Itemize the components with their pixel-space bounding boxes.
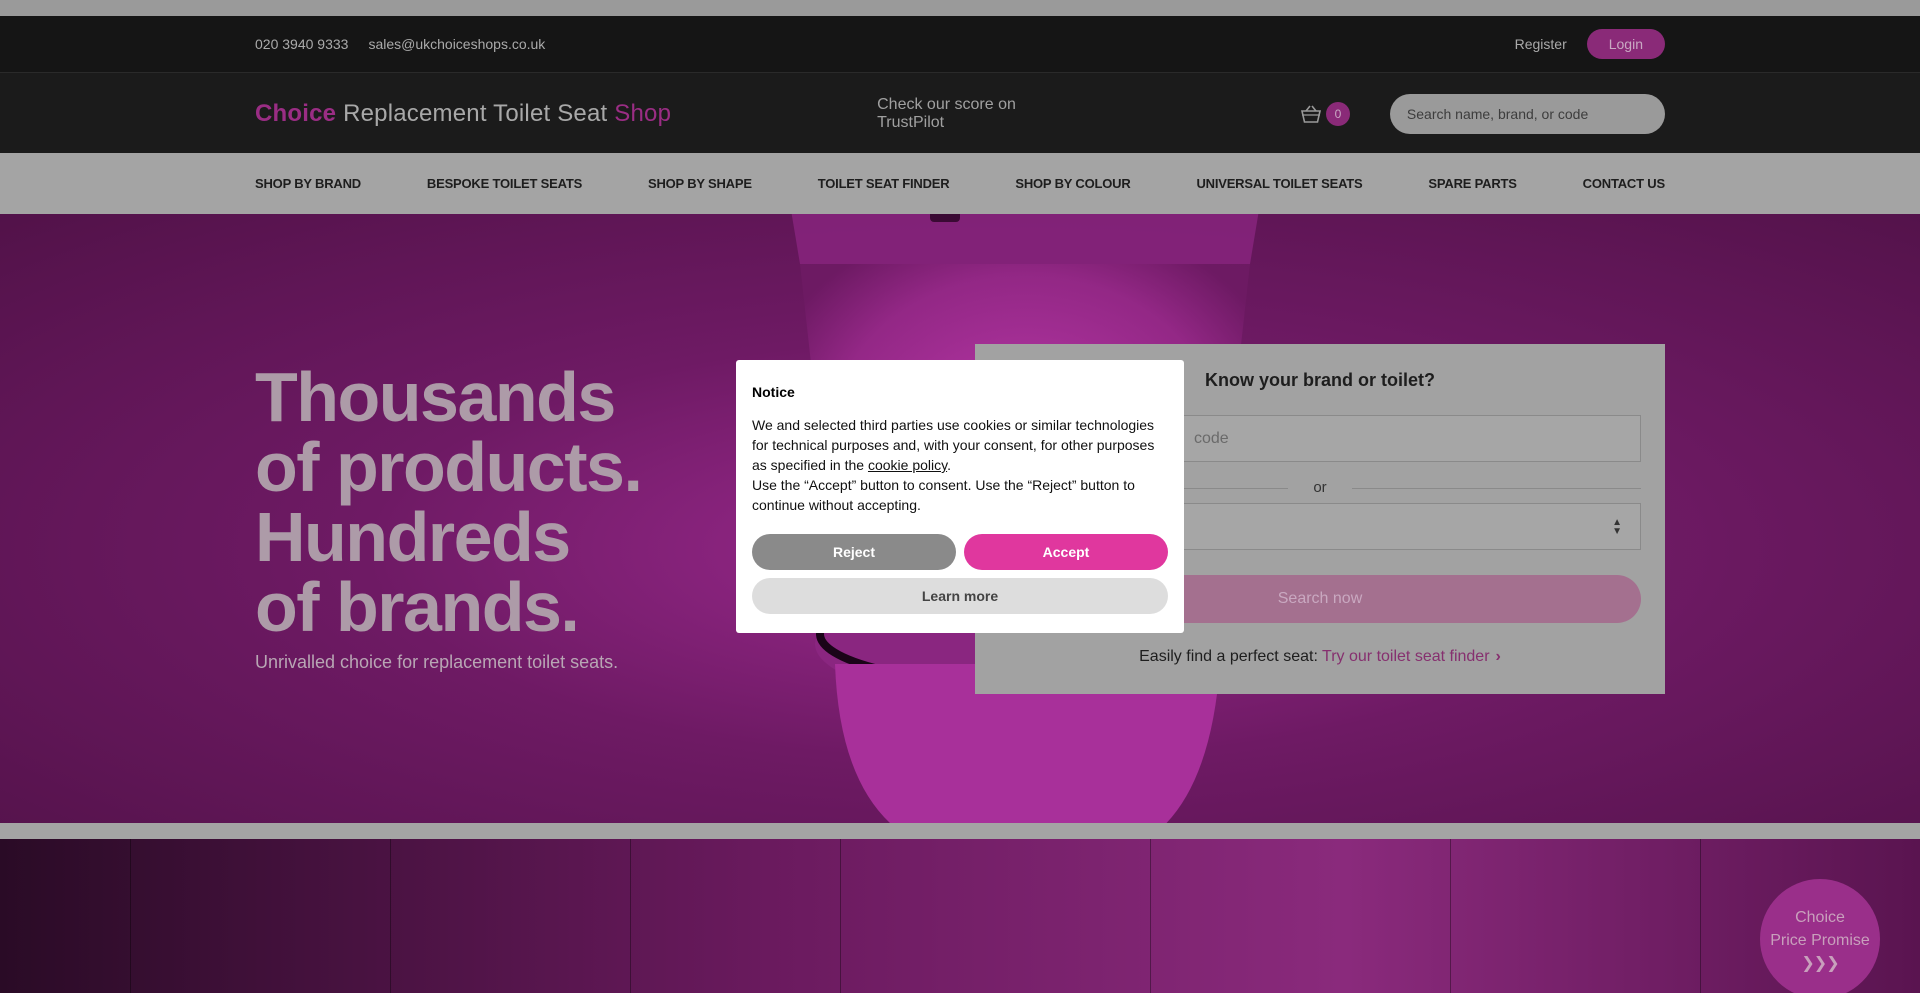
top-contact-bar: 020 3940 9333 sales@ukchoiceshops.co.uk … <box>0 16 1920 72</box>
browser-top-strip <box>0 0 1920 16</box>
hero-headline: Thousands of products. Hundreds of brand… <box>255 358 643 646</box>
nav-universal-toilet-seats[interactable]: UNIVERSAL TOILET SEATS <box>1196 176 1362 191</box>
main-navigation: SHOP BY BRAND BESPOKE TOILET SEATS SHOP … <box>0 153 1920 214</box>
nav-contact-us[interactable]: CONTACT US <box>1583 176 1665 191</box>
site-header: Choice Replacement Toilet Seat Shop Chec… <box>0 72 1920 153</box>
logo-shop: Shop <box>614 99 672 127</box>
section-separator <box>0 823 1920 839</box>
headline-line-4: of brands. <box>255 568 580 646</box>
search-input[interactable] <box>1389 93 1665 134</box>
headline-line-1: Thousands <box>255 358 616 436</box>
finder-link-prefix: Easily find a perfect seat: <box>1139 648 1323 665</box>
basket-button[interactable]: 0 <box>1300 101 1350 126</box>
notice-text: We and selected third parties use cookie… <box>752 415 1168 515</box>
notice-title: Notice <box>752 384 795 400</box>
notice-text-part-1: We and selected third parties use cookie… <box>752 417 1155 473</box>
tile-line <box>1450 839 1451 993</box>
cookie-notice-dialog: Notice We and selected third parties use… <box>736 360 1184 633</box>
reject-button[interactable]: Reject <box>752 534 956 570</box>
promise-line-2: Price Promise <box>1770 932 1870 949</box>
accept-button[interactable]: Accept <box>964 534 1168 570</box>
notice-text-part-2: . <box>947 457 951 473</box>
promise-line-1: Choice <box>1795 909 1845 926</box>
tile-line <box>390 839 391 993</box>
site-logo[interactable]: Choice Replacement Toilet Seat Shop <box>255 100 671 128</box>
nav-shop-by-shape[interactable]: SHOP BY SHAPE <box>648 176 752 191</box>
price-promise-badge[interactable]: Choice Price Promise ❯❯❯ <box>1760 879 1880 993</box>
tile-line <box>130 839 131 993</box>
nav-spare-parts[interactable]: SPARE PARTS <box>1428 176 1517 191</box>
cookie-policy-link[interactable]: cookie policy <box>868 457 947 473</box>
notice-text-part-3: Use the “Accept” button to consent. Use … <box>752 477 1135 513</box>
nav-shop-by-brand[interactable]: SHOP BY BRAND <box>255 176 361 191</box>
tile-line <box>1150 839 1151 993</box>
learn-more-button[interactable]: Learn more <box>752 578 1168 614</box>
finder-link-row: Easily find a perfect seat: Try our toil… <box>975 648 1665 666</box>
basket-icon <box>1300 105 1321 123</box>
select-arrows-icon: ▲ ▼ <box>1612 517 1622 537</box>
hero-subtitle: Unrivalled choice for replacement toilet… <box>255 652 619 672</box>
nav-shop-by-colour[interactable]: SHOP BY COLOUR <box>1015 176 1130 191</box>
headline-line-2: of products. <box>255 428 643 506</box>
phone-number[interactable]: 020 3940 9333 <box>255 36 348 52</box>
logo-middle: Replacement Toilet Seat <box>336 99 615 127</box>
login-button[interactable]: Login <box>1586 29 1665 59</box>
nav-toilet-seat-finder[interactable]: TOILET SEAT FINDER <box>818 176 950 191</box>
tile-line <box>840 839 841 993</box>
email-link[interactable]: sales@ukchoiceshops.co.uk <box>368 36 545 52</box>
trustpilot-link[interactable]: Check our score on TrustPilot <box>877 96 1078 132</box>
headline-line-3: Hundreds <box>255 498 571 576</box>
logo-choice: Choice <box>255 99 337 127</box>
tile-line <box>1700 839 1701 993</box>
chevron-right-icon: › <box>1495 648 1501 665</box>
lower-banner <box>0 839 1920 993</box>
finder-input-text: code <box>1194 429 1229 447</box>
basket-count-badge: 0 <box>1325 101 1350 126</box>
toilet-seat-finder-link[interactable]: Try our toilet seat finder <box>1322 648 1489 665</box>
nav-bespoke-toilet-seats[interactable]: BESPOKE TOILET SEATS <box>427 176 582 191</box>
register-link[interactable]: Register <box>1515 36 1567 52</box>
arrows-right-icon: ❯❯❯ <box>1801 955 1839 972</box>
tile-line <box>630 839 631 993</box>
